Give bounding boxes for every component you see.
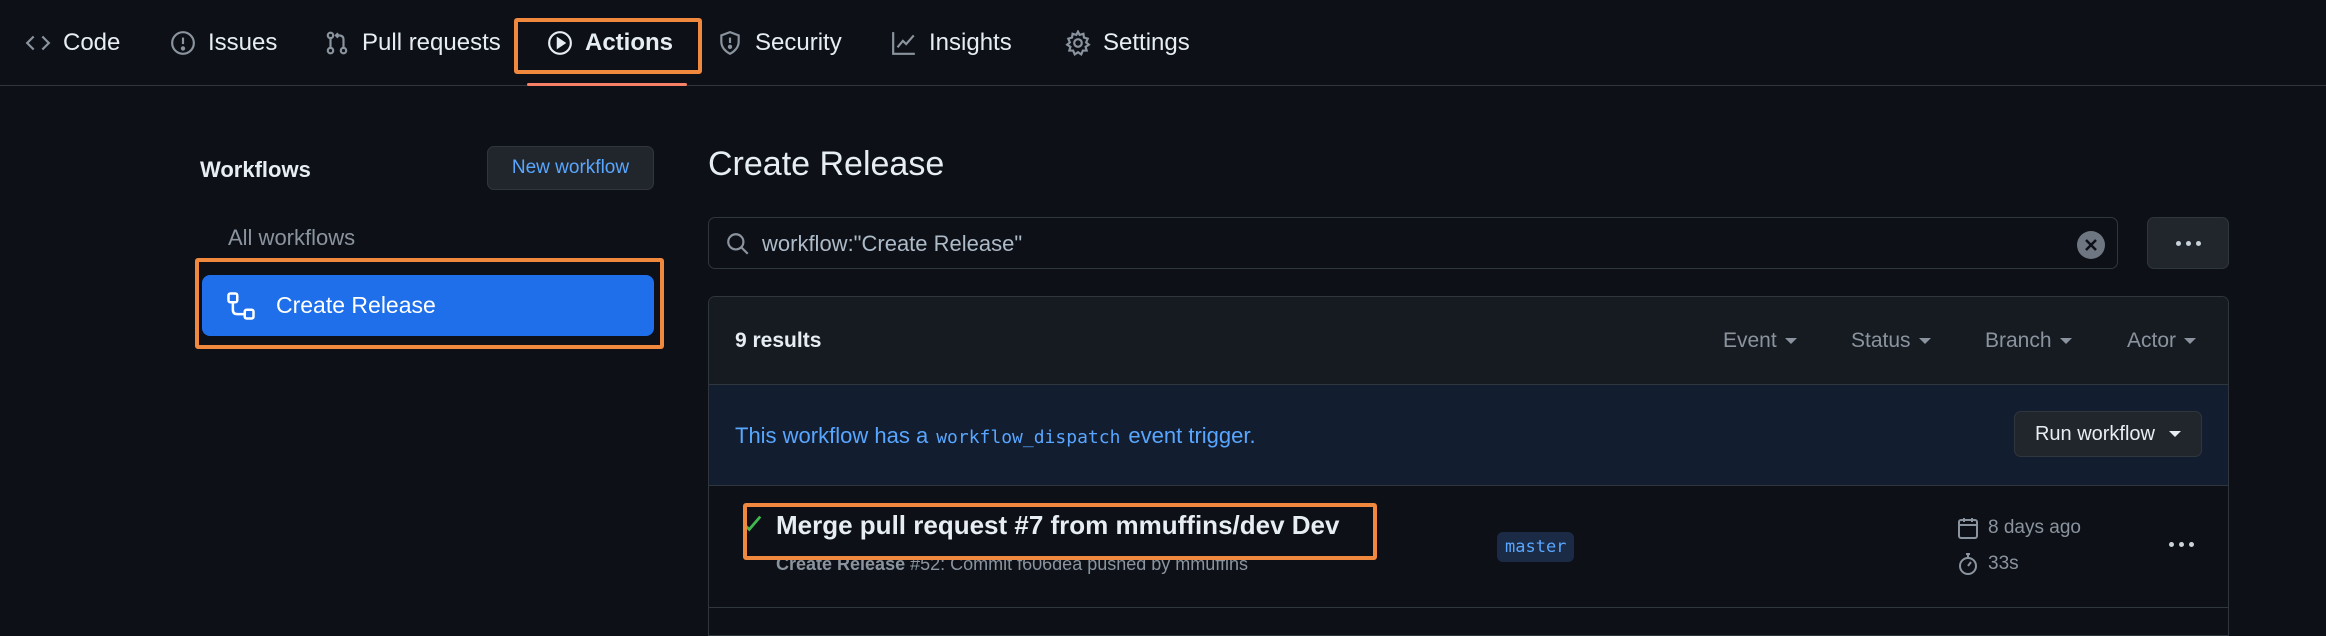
run-duration: 33s bbox=[1956, 552, 2019, 576]
caret-down-icon bbox=[2169, 431, 2181, 437]
tab-settings[interactable]: Settings bbox=[1065, 0, 1190, 86]
kebab-dot bbox=[2175, 240, 2181, 246]
close-icon bbox=[2085, 239, 2097, 251]
tab-actions[interactable]: Actions bbox=[526, 0, 688, 86]
run-title-link[interactable]: Merge pull request #7 from mmuffins/dev … bbox=[776, 510, 1339, 541]
workflow-runs-box: 9 results Event Status Branch Actor This… bbox=[708, 296, 2229, 636]
stopwatch-icon bbox=[1959, 553, 1977, 575]
run-subtitle: Create Release #52: Commit f606dea pushe… bbox=[776, 554, 1248, 575]
kebab-dot bbox=[2189, 542, 2194, 547]
run-date-text: 8 days ago bbox=[1988, 517, 2081, 538]
tab-settings-label: Settings bbox=[1103, 29, 1190, 56]
play-icon bbox=[548, 31, 572, 55]
caret-down-icon bbox=[1784, 338, 1797, 345]
check-icon bbox=[742, 515, 762, 532]
tab-pull-requests[interactable]: Pull requests bbox=[324, 0, 501, 86]
table-row[interactable]: Merge pull request #7 from mmuffins/dev … bbox=[709, 486, 2228, 608]
more-options-button[interactable] bbox=[2147, 217, 2229, 269]
dispatch-banner: This workflow has a workflow_dispatch even… bbox=[709, 385, 2228, 486]
sidebar-item-label: Create Release bbox=[276, 292, 436, 318]
workflows-heading: Workflows bbox=[200, 157, 311, 182]
tab-security-label: Security bbox=[755, 29, 842, 56]
graph-icon bbox=[892, 32, 915, 55]
caret-down-icon bbox=[2184, 338, 2197, 345]
repo-nav: Code Issues Pull requests Actions Securi… bbox=[0, 0, 2326, 86]
dispatch-message: This workflow has a workflow_dispatch even… bbox=[735, 423, 1256, 449]
run-options-button[interactable] bbox=[2169, 542, 2194, 547]
filter-branch-label: Branch bbox=[1985, 329, 2052, 352]
filter-actor-label: Actor bbox=[2127, 329, 2177, 352]
dispatch-prefix: This workflow has a bbox=[735, 423, 929, 448]
shield-icon bbox=[720, 31, 740, 56]
filter-actor[interactable]: Actor bbox=[2127, 329, 2197, 353]
calendar-icon bbox=[1958, 518, 1978, 539]
run-date: 8 days ago bbox=[1956, 516, 2081, 540]
kebab-dot bbox=[2185, 240, 2191, 246]
run-workflow-name: Create Release bbox=[776, 554, 906, 574]
run-workflow-label: Run workflow bbox=[2034, 422, 2155, 445]
sidebar-item-create-release[interactable]: Create Release bbox=[202, 275, 654, 336]
tab-issues-label: Issues bbox=[208, 29, 278, 56]
gear-icon bbox=[1065, 30, 1091, 56]
tab-pull-requests-label: Pull requests bbox=[362, 29, 501, 56]
workflow-icon bbox=[227, 291, 255, 320]
caret-down-icon bbox=[1918, 338, 1931, 345]
dispatch-suffix: event trigger. bbox=[1128, 423, 1256, 448]
tab-code[interactable]: Code bbox=[25, 0, 120, 86]
dispatch-code: workflow_dispatch bbox=[936, 427, 1121, 448]
all-workflows-link[interactable]: All workflows bbox=[228, 225, 355, 251]
clear-search-button[interactable] bbox=[2077, 231, 2105, 259]
search-icon bbox=[727, 233, 749, 255]
filter-event-label: Event bbox=[1723, 329, 1777, 352]
tab-security[interactable]: Security bbox=[717, 0, 842, 86]
results-count: 9 results bbox=[735, 329, 822, 352]
code-icon bbox=[25, 35, 51, 51]
tab-insights-label: Insights bbox=[929, 29, 1012, 56]
filter-status-label: Status bbox=[1851, 329, 1911, 352]
kebab-dot bbox=[2179, 542, 2184, 547]
filter-status[interactable]: Status bbox=[1851, 329, 1931, 353]
tab-code-label: Code bbox=[63, 29, 121, 56]
branch-badge[interactable]: master bbox=[1497, 532, 1575, 562]
pull-request-icon bbox=[326, 31, 348, 55]
runs-header: 9 results Event Status Branch Actor bbox=[709, 297, 2228, 385]
run-workflow-button[interactable]: Run workflow bbox=[2013, 411, 2202, 457]
new-workflow-button[interactable]: New workflow bbox=[487, 146, 654, 190]
search-value: workflow:"Create Release" bbox=[762, 231, 1023, 256]
kebab-dot bbox=[2169, 542, 2174, 547]
caret-down-icon bbox=[2059, 338, 2072, 345]
filter-event[interactable]: Event bbox=[1723, 329, 1797, 353]
run-detail: #52: Commit f606dea pushed by mmuffins bbox=[910, 554, 1248, 574]
tab-actions-label: Actions bbox=[585, 29, 674, 56]
filter-branch[interactable]: Branch bbox=[1985, 329, 2072, 353]
page-title: Create Release bbox=[708, 145, 945, 183]
issue-icon bbox=[171, 31, 195, 55]
search-input[interactable]: workflow:"Create Release" bbox=[708, 217, 2118, 269]
run-duration-text: 33s bbox=[1988, 553, 2019, 574]
tab-insights[interactable]: Insights bbox=[891, 0, 1012, 86]
kebab-dot bbox=[2195, 240, 2201, 246]
tab-issues[interactable]: Issues bbox=[170, 0, 277, 86]
